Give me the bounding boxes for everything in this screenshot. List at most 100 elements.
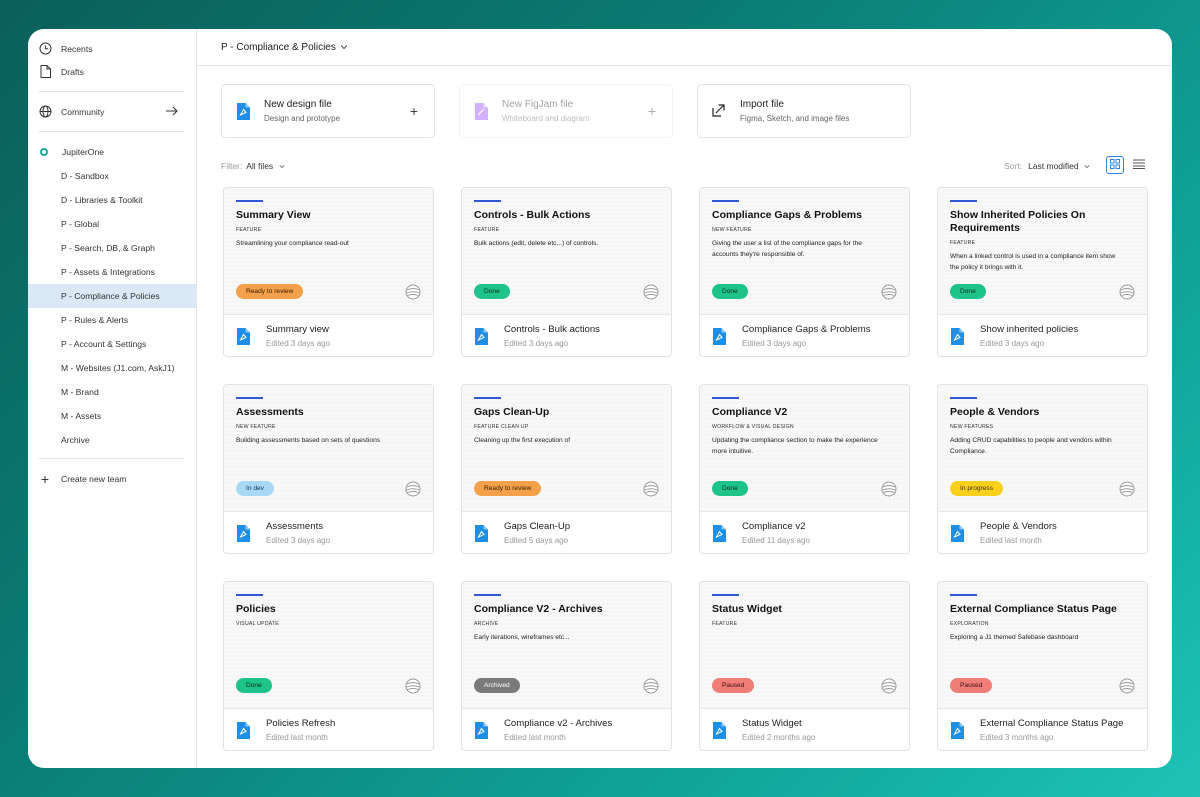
thumbnail-title: Show Inherited Policies On Requirements: [950, 209, 1086, 234]
thumbnail-accent-bar: [474, 200, 501, 202]
project-list: D - Sandbox D - Libraries & Toolkit P - Gl…: [28, 164, 196, 452]
thumbnail-accent-bar: [236, 594, 263, 596]
team-name: JupiterOne: [62, 147, 105, 157]
file-card[interactable]: People & Vendors NEW FEATURES Adding CRUD …: [937, 384, 1148, 554]
clock-icon: [38, 42, 52, 56]
file-meta: Controls - Bulk actions Edited 3 days ago: [462, 315, 671, 356]
plus-icon: +: [40, 471, 50, 487]
file-name: Compliance Gaps & Problems: [742, 324, 871, 335]
thumbnail-description: Bulk actions (edit, delete etc...) of co…: [474, 240, 599, 247]
import-file-button[interactable]: Import file Figma, Sketch, and image fil…: [697, 84, 911, 138]
thumbnail-accent-bar: [712, 200, 739, 202]
file-card[interactable]: Policies VISUAL UPDATE Done Policies Refres…: [223, 581, 434, 751]
sidebar-project-item[interactable]: P - Assets & Integrations: [28, 260, 196, 284]
status-badge: Done: [236, 678, 272, 693]
sidebar-item-community[interactable]: Community: [28, 100, 196, 123]
sidebar-project-item[interactable]: Archive: [28, 428, 196, 452]
design-file-icon: [474, 722, 488, 739]
team-jupiterone[interactable]: JupiterOne: [28, 140, 196, 164]
status-badge: Done: [474, 284, 510, 299]
file-thumbnail: People & Vendors NEW FEATURES Adding CRUD …: [938, 385, 1147, 512]
sort-value: Last modified: [1028, 161, 1079, 171]
sidebar-project-item[interactable]: P - Rules & Alerts: [28, 308, 196, 332]
new-figjam-file-button[interactable]: New FigJam file Whiteboard and diagram +: [459, 84, 673, 138]
file-card[interactable]: Show Inherited Policies On Requirements F…: [937, 187, 1148, 357]
thumbnail-description: Building assessments based on sets of qu…: [236, 437, 381, 444]
file-edited: Edited 3 months ago: [980, 733, 1054, 742]
file-grid: Summary View FEATURE Streamlining your com…: [223, 187, 1148, 751]
status-badge: In progress: [950, 481, 1003, 496]
status-badge: Done: [712, 481, 748, 496]
sidebar-project-item[interactable]: P - Account & Settings: [28, 332, 196, 356]
file-card[interactable]: Controls - Bulk Actions FEATURE Bulk actio…: [461, 187, 672, 357]
file-meta: Summary view Edited 3 days ago: [224, 315, 433, 356]
file-name: Policies Refresh: [266, 718, 336, 729]
sidebar-item-label: Community: [61, 106, 105, 117]
design-file-icon: [236, 103, 250, 120]
create-new-team-button[interactable]: + Create new team: [28, 467, 196, 491]
file-card[interactable]: Compliance V2 - Archives ARCHIVE Early ite…: [461, 581, 672, 751]
new-design-file-button[interactable]: New design file Design and prototype +: [221, 84, 435, 138]
thumbnail-description: Giving the user a list of the compliance…: [712, 240, 862, 258]
file-edited: Edited last month: [266, 733, 328, 742]
thumbnail-title: Status Widget: [712, 603, 782, 615]
sort-dropdown[interactable]: Sort: Last modified: [1004, 161, 1090, 171]
grid-view-button[interactable]: [1106, 156, 1124, 174]
filter-value: All files: [246, 161, 274, 171]
sidebar-project-item[interactable]: P - Compliance & Policies: [28, 284, 196, 308]
list-view-button[interactable]: [1130, 156, 1148, 174]
file-card[interactable]: Assessments NEW FEATURE Building assessmen…: [223, 384, 434, 554]
file-card[interactable]: Compliance V2 WORKFLOW & VISUAL DESIGN Upd…: [699, 384, 910, 554]
status-badge: Ready to review: [474, 481, 542, 496]
file-thumbnail: Show Inherited Policies On Requirements F…: [938, 188, 1147, 315]
file-card[interactable]: Status Widget FEATURE Paused Status Widget E…: [699, 581, 910, 751]
file-name: Status Widget: [742, 718, 802, 729]
file-edited: Edited 5 days ago: [504, 536, 569, 545]
main-content: P - Compliance & Policies New design fil…: [197, 29, 1172, 768]
status-badge: In dev: [236, 481, 274, 496]
file-meta: Gaps Clean-Up Edited 5 days ago: [462, 512, 671, 553]
sidebar-item-recents[interactable]: Recents: [28, 37, 196, 60]
status-badge: Done: [950, 284, 986, 299]
sidebar-project-item[interactable]: D - Libraries & Toolkit: [28, 188, 196, 212]
sidebar-project-item[interactable]: D - Sandbox: [28, 164, 196, 188]
sidebar-project-item[interactable]: M - Brand: [28, 380, 196, 404]
new-design-file-subtitle: Design and prototype: [264, 114, 341, 123]
thumbnail-title: Compliance Gaps & Problems: [712, 209, 862, 221]
thumbnail-accent-bar: [950, 200, 977, 202]
file-card[interactable]: Gaps Clean-Up FEATURE CLEAN UP Cleaning up…: [461, 384, 672, 554]
sidebar-item-drafts[interactable]: Drafts: [28, 60, 196, 83]
thumbnail-accent-bar: [236, 397, 263, 399]
design-file-icon: [236, 525, 250, 542]
project-title-dropdown[interactable]: P - Compliance & Policies: [197, 29, 1172, 66]
file-card[interactable]: Summary View FEATURE Streamlining your com…: [223, 187, 434, 357]
thumbnail-title: Compliance V2 - Archives: [474, 603, 603, 615]
sidebar-project-item[interactable]: M - Assets: [28, 404, 196, 428]
globe-icon: [38, 105, 52, 119]
sidebar-item-label: Recents: [61, 43, 93, 54]
sidebar-project-label: D - Libraries & Toolkit: [61, 195, 143, 205]
import-icon: [712, 103, 726, 119]
sidebar-project-item[interactable]: P - Search, DB, & Graph: [28, 236, 196, 260]
file-thumbnail: Gaps Clean-Up FEATURE CLEAN UP Cleaning up…: [462, 385, 671, 512]
filter-dropdown[interactable]: Filter: All files: [221, 161, 285, 171]
thumbnail-tag: FEATURE: [950, 240, 976, 246]
design-file-icon: [236, 328, 250, 345]
import-file-title: Import file: [740, 99, 784, 110]
file-meta: External Compliance Status Page Edited 3 …: [938, 709, 1147, 750]
sidebar-project-label: P - Search, DB, & Graph: [61, 243, 155, 253]
sidebar-project-item[interactable]: P - Global: [28, 212, 196, 236]
sidebar-project-label: P - Compliance & Policies: [61, 291, 160, 301]
chevron-down-icon: [1084, 161, 1090, 171]
sidebar-project-item[interactable]: M - Websites (J1.com, AskJ1): [28, 356, 196, 380]
thumbnail-accent-bar: [474, 594, 501, 596]
file-card[interactable]: External Compliance Status Page EXPLORATI…: [937, 581, 1148, 751]
file-name: Compliance v2: [742, 521, 806, 532]
thumbnail-description: Early iterations, wireframes etc...: [474, 634, 570, 641]
design-file-icon: [712, 722, 726, 739]
design-file-icon: [236, 722, 250, 739]
new-design-file-title: New design file: [264, 99, 332, 110]
app-window: Recents Drafts Community JupiterOne D - …: [28, 29, 1172, 768]
file-card[interactable]: Compliance Gaps & Problems NEW FEATURE Giv…: [699, 187, 910, 357]
globe-icon: [405, 284, 421, 300]
